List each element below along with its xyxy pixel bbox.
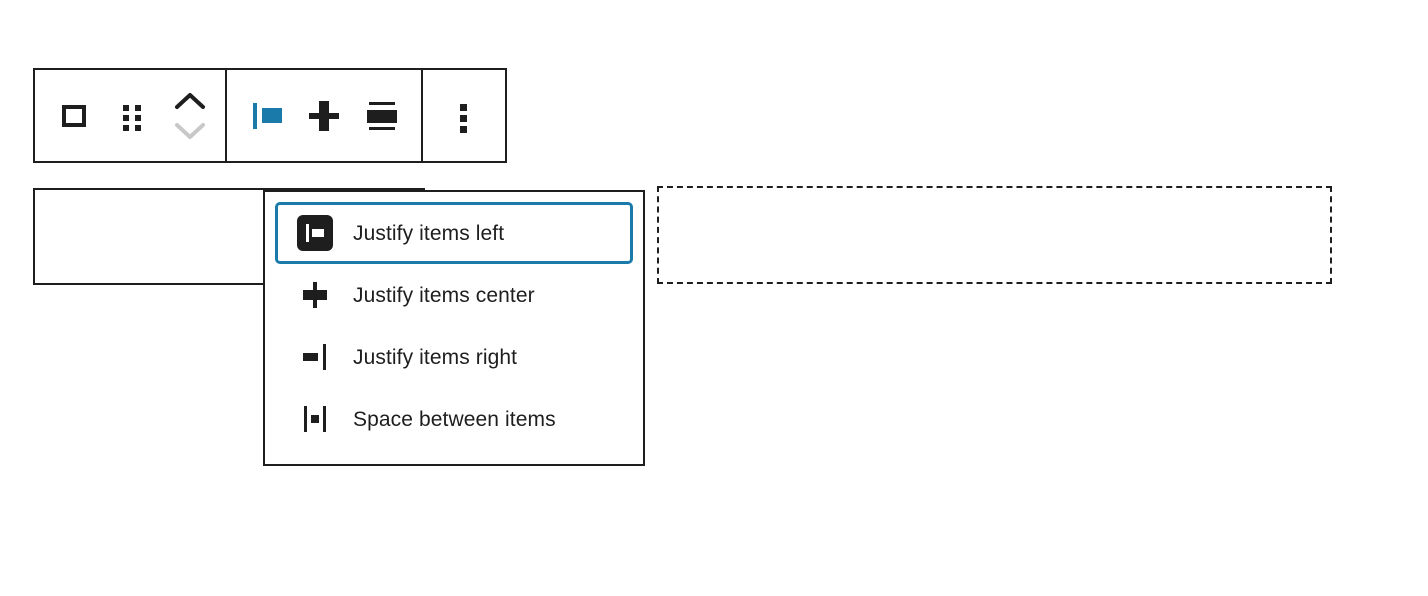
align-center-button[interactable] — [295, 70, 353, 161]
menu-item-label: Justify items left — [353, 223, 504, 244]
move-updown-button[interactable] — [161, 70, 219, 161]
align-center-icon — [302, 94, 346, 138]
justify-dropdown-menu: Justify items left Justify items center … — [263, 190, 645, 466]
row-block-icon — [52, 94, 96, 138]
menu-item-label: Justify items center — [353, 285, 535, 306]
toolbar-group-block-controls — [35, 70, 225, 161]
menu-item-justify-right[interactable]: Justify items right — [275, 326, 633, 388]
justify-items-button[interactable] — [237, 70, 295, 161]
move-arrows-icon — [168, 87, 212, 145]
toolbar-group-more-controls — [421, 70, 505, 161]
more-vertical-icon — [452, 94, 476, 138]
justify-left-icon — [297, 215, 333, 251]
justify-center-icon — [297, 277, 333, 313]
block-toolbar — [33, 68, 507, 163]
menu-item-label: Space between items — [353, 409, 556, 430]
drag-handle-button[interactable] — [103, 70, 161, 161]
vertical-align-button[interactable] — [353, 70, 411, 161]
empty-block-placeholder[interactable] — [657, 186, 1332, 284]
menu-item-justify-center[interactable]: Justify items center — [275, 264, 633, 326]
space-between-icon — [297, 401, 333, 437]
menu-item-space-between[interactable]: Space between items — [275, 388, 633, 450]
menu-item-label: Justify items right — [353, 347, 517, 368]
drag-handle-icon — [115, 94, 149, 138]
row-block-button[interactable] — [45, 70, 103, 161]
vertical-align-icon — [360, 94, 404, 138]
justify-left-icon — [244, 94, 288, 138]
options-button[interactable] — [435, 70, 493, 161]
menu-item-justify-left[interactable]: Justify items left — [275, 202, 633, 264]
toolbar-group-alignment-controls — [225, 70, 421, 161]
justify-right-icon — [297, 339, 333, 375]
